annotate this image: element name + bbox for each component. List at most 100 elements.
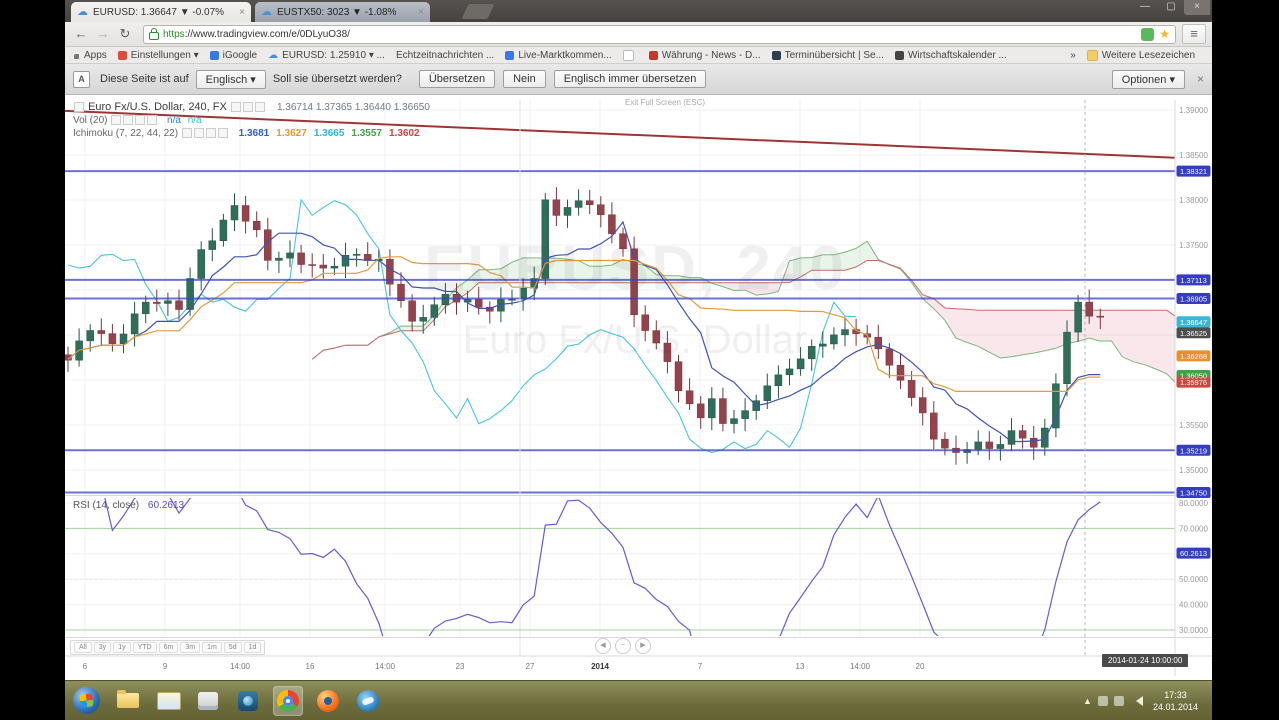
- taskbar-clock[interactable]: 17:33 24.01.2014: [1153, 689, 1198, 713]
- bookmark-item[interactable]: Live-Marktkommen...: [505, 50, 611, 61]
- bookmark-item[interactable]: ☁EURUSD: 1.25910 ▾ ...: [268, 50, 385, 61]
- price-tick-label: 1.38500: [1179, 151, 1208, 160]
- time-tick-label: 23: [456, 662, 465, 671]
- bookmark-item[interactable]: Echtzeitnachrichten ...: [396, 50, 494, 61]
- bookmark-star-icon[interactable]: ★: [1159, 27, 1170, 41]
- range-button-1d[interactable]: 1d: [244, 642, 262, 653]
- taskbar-firefox-icon[interactable]: [313, 686, 343, 716]
- bookmarks-overflow-icon[interactable]: »: [1070, 50, 1076, 61]
- time-tick-label: 9: [163, 662, 168, 671]
- range-selector-bar: All3y1yYTD6m3m1m5d1d: [70, 640, 265, 655]
- rsi-tick-label: 40.0000: [1179, 601, 1208, 610]
- bookmark-item[interactable]: Apps: [71, 50, 107, 61]
- legend-button-icon[interactable]: [218, 128, 228, 138]
- maximize-button[interactable]: ▢: [1158, 0, 1184, 15]
- windows-taskbar: ▲ 17:33 24.01.2014: [65, 680, 1212, 720]
- browser-tab-eurusd[interactable]: ☁ EURUSD: 1.36647 ▼ -0.07% ×: [71, 2, 251, 22]
- grid-lines: [65, 100, 1175, 636]
- no-button[interactable]: Nein: [503, 70, 546, 88]
- language-dropdown[interactable]: Englisch ▾: [196, 70, 266, 89]
- legend-button-icon[interactable]: [147, 115, 157, 125]
- bookmark-item[interactable]: Einstellungen ▾: [118, 50, 199, 61]
- infobar-close-icon[interactable]: ×: [1197, 72, 1204, 86]
- scroll-right-button[interactable]: ▶: [635, 638, 651, 654]
- ichimoku-label: Ichimoku (7, 22, 44, 22): [73, 128, 178, 139]
- selected-bar-date-badge: 2014-01-24 10:00:00: [1102, 654, 1188, 667]
- chrome-menu-icon[interactable]: ≡: [1182, 24, 1206, 44]
- range-button-6m[interactable]: 6m: [159, 642, 179, 653]
- url-text: ://www.tradingview.com/e/0DLyuO38/: [185, 29, 350, 40]
- taskbar-app-gray-icon[interactable]: [193, 686, 223, 716]
- legend-button-icon[interactable]: [231, 102, 241, 112]
- taskbar-swirl-app-icon[interactable]: [353, 686, 383, 716]
- taskbar-app-blue-icon[interactable]: [233, 686, 263, 716]
- price-badge-label: 1.36525: [1180, 329, 1207, 338]
- legend-button-icon[interactable]: [194, 128, 204, 138]
- taskbar-chrome-icon[interactable]: [273, 686, 303, 716]
- price-badge-label: 1.35219: [1180, 446, 1207, 455]
- time-tick-label: 14:00: [850, 662, 871, 671]
- zoom-out-button[interactable]: −: [615, 638, 631, 654]
- bookmark-favicon-icon: [623, 50, 634, 61]
- price-tick-label: 1.37500: [1179, 241, 1208, 250]
- time-tick-label: 14:00: [375, 662, 396, 671]
- price-chart-canvas[interactable]: 1.390001.385001.380001.375001.355001.350…: [65, 95, 1212, 680]
- range-button-ytd[interactable]: YTD: [133, 642, 157, 653]
- tab-close-icon[interactable]: ×: [239, 7, 245, 18]
- range-button-1y[interactable]: 1y: [113, 642, 130, 653]
- reload-button[interactable]: ↻: [115, 25, 135, 43]
- legend-button-icon[interactable]: [182, 128, 192, 138]
- tray-app-icon[interactable]: [1114, 696, 1124, 706]
- start-button[interactable]: [73, 687, 100, 714]
- close-window-button[interactable]: ×: [1184, 0, 1210, 15]
- legend-button-icon[interactable]: [255, 102, 265, 112]
- tray-expand-icon[interactable]: ▲: [1083, 696, 1092, 706]
- bookmark-item[interactable]: Wirtschaftskalender ...: [895, 50, 1007, 61]
- range-button-3y[interactable]: 3y: [94, 642, 111, 653]
- scroll-left-button[interactable]: ◀: [595, 638, 611, 654]
- minimize-button[interactable]: —: [1132, 0, 1158, 15]
- bookmark-item[interactable]: Terminübersicht | Se...: [772, 50, 884, 61]
- tab-title: EURUSD: 1.36647 ▼ -0.07%: [93, 7, 233, 18]
- legend-button-icon[interactable]: [123, 115, 133, 125]
- ichimoku-legend-row: Ichimoku (7, 22, 44, 22) 1.36811.36271.3…: [73, 128, 420, 139]
- price-badge-label: 1.35976: [1180, 378, 1207, 387]
- legend-button-icon[interactable]: [111, 115, 121, 125]
- volume-icon[interactable]: [1131, 696, 1143, 706]
- tray-app-icon[interactable]: [1098, 696, 1108, 706]
- bookmark-favicon-icon: [118, 51, 127, 60]
- tradingview-favicon-icon: ☁: [77, 7, 88, 18]
- address-bar[interactable]: https://www.tradingview.com/e/0DLyuO38/ …: [143, 25, 1176, 44]
- url-scheme: https: [163, 29, 185, 40]
- bookmark-item[interactable]: Währung - News - D...: [649, 50, 761, 61]
- translate-button[interactable]: Übersetzen: [419, 70, 495, 88]
- extension-icon[interactable]: [1141, 28, 1154, 41]
- translate-infobar: A Diese Seite ist auf Englisch ▾ Soll si…: [65, 64, 1212, 95]
- legend-button-icon[interactable]: [243, 102, 253, 112]
- range-button-3m[interactable]: 3m: [180, 642, 200, 653]
- watermark-symbol: EURUSD, 240: [105, 233, 1165, 304]
- new-tab-button[interactable]: [462, 4, 495, 19]
- bookmark-item[interactable]: Weitere Lesezeichen: [1087, 50, 1195, 61]
- browser-tab-eustx50[interactable]: ☁ EUSTX50: 3023 ▼ -1.08% ×: [255, 2, 430, 22]
- price-badge-label: 1.34750: [1180, 489, 1207, 498]
- taskbar-explorer-icon[interactable]: [153, 686, 183, 716]
- legend-button-icon[interactable]: [135, 115, 145, 125]
- forward-button[interactable]: →: [93, 25, 113, 43]
- tradingview-favicon-icon: ☁: [261, 7, 272, 18]
- options-dropdown[interactable]: Optionen ▾: [1112, 70, 1185, 89]
- bookmark-item[interactable]: [623, 50, 638, 61]
- legend-toggle-icon[interactable]: [74, 102, 84, 112]
- bookmark-item[interactable]: iGoogle: [210, 50, 257, 61]
- legend-button-icon[interactable]: [206, 128, 216, 138]
- bookmarks-bar: Apps Einstellungen ▾ iGoogle ☁EURUSD: 1.259…: [65, 47, 1212, 64]
- taskbar-folder-icon[interactable]: [113, 686, 143, 716]
- tab-close-icon[interactable]: ×: [418, 7, 424, 18]
- range-button-1m[interactable]: 1m: [202, 642, 222, 653]
- back-button[interactable]: ←: [71, 25, 91, 43]
- range-button-all[interactable]: All: [74, 642, 92, 653]
- range-button-5d[interactable]: 5d: [224, 642, 242, 653]
- bookmark-favicon-icon: [1087, 50, 1098, 61]
- ichimoku-value: 1.3665: [314, 128, 345, 139]
- always-translate-button[interactable]: Englisch immer übersetzen: [554, 70, 707, 88]
